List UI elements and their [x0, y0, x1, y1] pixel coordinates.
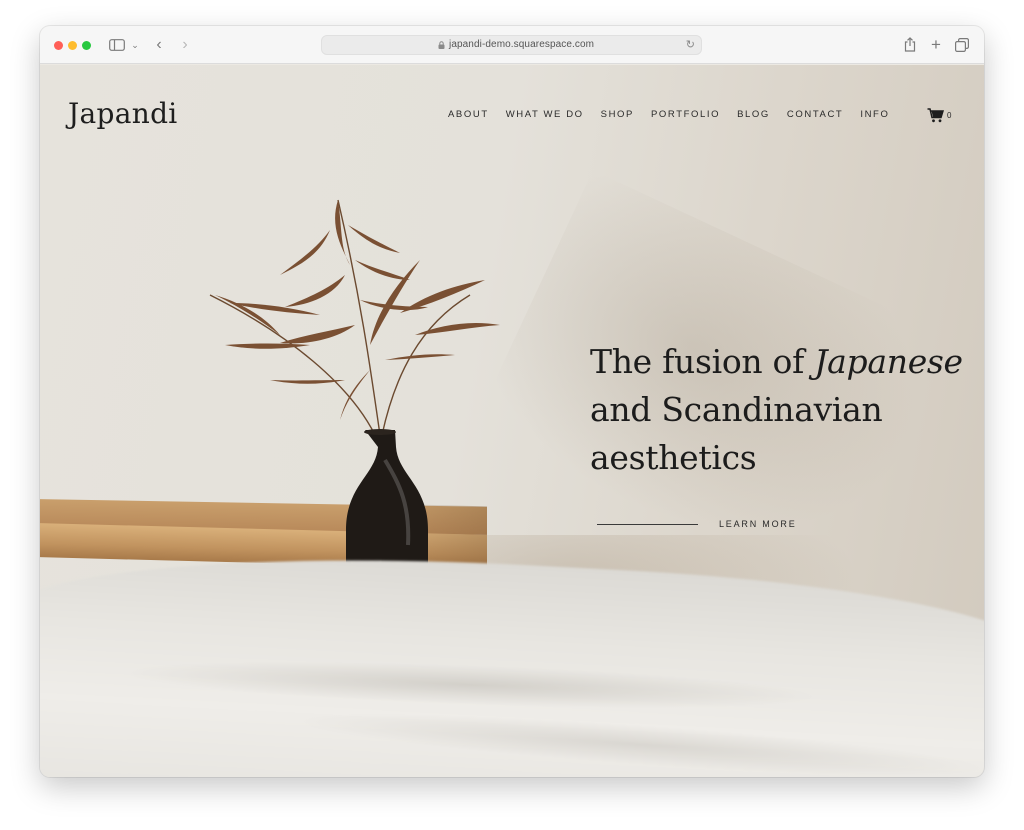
hero-headline: The fusion of Japanese and Scandinavian …	[590, 338, 970, 482]
headline-text: and Scandinavian	[590, 390, 883, 429]
nav-portfolio[interactable]: PORTFOLIO	[651, 109, 720, 123]
plus-icon[interactable]: +	[928, 35, 944, 55]
tabs-icon[interactable]	[954, 35, 970, 55]
vase-with-dried-leaves-image	[209, 199, 500, 585]
nav-info[interactable]: INFO	[860, 109, 889, 123]
chevron-down-icon[interactable]: ⌄	[130, 35, 140, 55]
zoom-window-button[interactable]	[82, 41, 91, 50]
back-icon[interactable]: ‹	[152, 35, 166, 55]
close-window-button[interactable]	[54, 41, 63, 50]
headline-emphasis: Japanese	[814, 342, 963, 381]
share-icon[interactable]	[902, 35, 918, 55]
sidebar-icon[interactable]	[108, 35, 126, 55]
nav-what-we-do[interactable]: WHAT WE DO	[506, 109, 584, 123]
cta-divider-line	[597, 523, 698, 525]
url-text: japandi-demo.squarespace.com	[449, 39, 595, 50]
lock-icon	[438, 41, 445, 49]
nav-shop[interactable]: SHOP	[601, 109, 634, 123]
address-bar[interactable]: japandi-demo.squarespace.com ↻	[321, 35, 702, 55]
site-logo[interactable]: Japandi	[68, 97, 178, 130]
cart-count: 0	[947, 110, 952, 120]
cart-button[interactable]: 0	[927, 106, 951, 124]
nav-blog[interactable]: BLOG	[737, 109, 770, 123]
reload-icon[interactable]: ↻	[686, 38, 695, 51]
headline-text: aesthetics	[590, 438, 757, 477]
forward-icon[interactable]: ›	[178, 35, 192, 55]
hero-section: Japandi ABOUT WHAT WE DO SHOP PORTFOLIO …	[40, 65, 984, 777]
headline-text: The fusion of	[590, 342, 815, 381]
learn-more-label: LEARN MORE	[719, 519, 797, 529]
browser-toolbar: ⌄ ‹ › japandi-demo.squarespace.com ↻ +	[40, 26, 984, 64]
nav-about[interactable]: ABOUT	[448, 109, 489, 123]
cart-icon	[927, 107, 944, 122]
browser-window: ⌄ ‹ › japandi-demo.squarespace.com ↻ + J…	[40, 26, 984, 777]
main-nav: ABOUT WHAT WE DO SHOP PORTFOLIO BLOG CON…	[448, 109, 906, 123]
minimize-window-button[interactable]	[68, 41, 77, 50]
learn-more-button[interactable]: LEARN MORE	[597, 517, 797, 531]
nav-contact[interactable]: CONTACT	[787, 109, 843, 123]
